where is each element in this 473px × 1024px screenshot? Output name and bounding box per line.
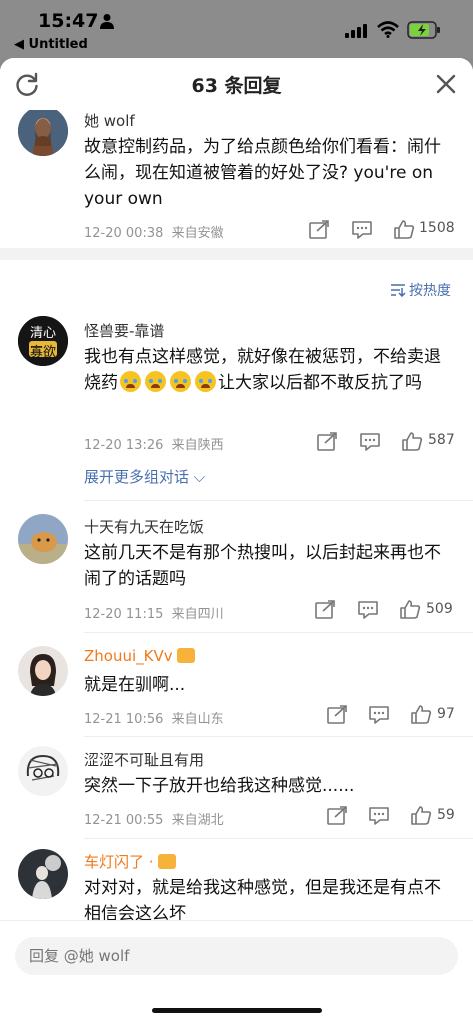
comment-icon[interactable] bbox=[368, 705, 390, 725]
comment-time: 12-21 00:55 bbox=[84, 813, 164, 828]
comment-author[interactable]: 车灯闪了 · bbox=[84, 851, 176, 872]
avatar[interactable] bbox=[18, 746, 68, 796]
divider bbox=[84, 632, 473, 633]
avatar-image bbox=[18, 646, 68, 696]
comment-time: 12-20 00:38 bbox=[84, 226, 164, 241]
like-icon[interactable] bbox=[410, 704, 432, 724]
comment-time: 12-20 11:15 bbox=[84, 607, 164, 622]
avatar-image bbox=[18, 106, 68, 156]
avatar[interactable] bbox=[18, 646, 68, 696]
like-icon[interactable] bbox=[393, 219, 415, 239]
crying-emoji-icon bbox=[145, 371, 166, 392]
avatar-text: 寡欲 bbox=[29, 345, 56, 360]
comment-author[interactable]: 涩涩不可耻且有用 bbox=[84, 749, 204, 770]
share-icon[interactable] bbox=[326, 705, 348, 725]
avatar[interactable] bbox=[18, 849, 68, 899]
like-icon[interactable] bbox=[399, 599, 421, 619]
sheet-header: 63 条回复 bbox=[0, 58, 473, 110]
vip-badge-icon bbox=[176, 648, 195, 663]
avatar-text: 清心 bbox=[29, 326, 56, 341]
divider bbox=[84, 500, 473, 501]
reply-sheet: 63 条回复 她 wolf 故意控制药品，为了给点颜色给你们看看：闹什么闹，现在… bbox=[0, 58, 473, 1024]
crying-emoji-icon bbox=[120, 371, 141, 392]
comment-text: 这前几天不是有那个热搜叫，以后封起来再也不闹了的话题吗 bbox=[84, 543, 441, 589]
status-time: 15:47 bbox=[38, 10, 99, 32]
like-count: 59 bbox=[437, 807, 455, 823]
sort-icon bbox=[391, 284, 406, 297]
like-count: 97 bbox=[437, 706, 455, 722]
status-bar: 15:47 ◀ Untitled bbox=[0, 0, 473, 58]
comment-icon[interactable] bbox=[368, 806, 390, 826]
like-icon[interactable] bbox=[410, 805, 432, 825]
reply-input[interactable] bbox=[15, 937, 458, 975]
comment-icon[interactable] bbox=[359, 432, 381, 452]
comment-location: 来自山东 bbox=[171, 712, 224, 727]
like-count: 509 bbox=[426, 601, 453, 617]
battery-icon bbox=[407, 21, 440, 39]
like-count: 1508 bbox=[419, 220, 455, 236]
comment-meta: 12-21 10:56 来自山东 bbox=[84, 708, 224, 727]
signal-icon bbox=[345, 24, 367, 38]
wifi-icon bbox=[377, 21, 399, 38]
share-icon[interactable] bbox=[316, 432, 338, 452]
share-icon[interactable] bbox=[314, 600, 336, 620]
share-icon[interactable] bbox=[308, 220, 330, 240]
comment-text-part: 让大家以后都不敢反抗了吗 bbox=[218, 373, 422, 393]
comment-location: 来自安徽 bbox=[171, 226, 224, 241]
parent-comment: 她 wolf 故意控制药品，为了给点颜色给你们看看：闹什么闹，现在知道被管着的好… bbox=[0, 106, 473, 248]
sheet-title: 63 条回复 bbox=[191, 75, 282, 97]
section-divider bbox=[0, 248, 473, 260]
comment-author[interactable]: 怪兽要-靠谱 bbox=[84, 320, 164, 341]
share-icon[interactable] bbox=[326, 806, 348, 826]
comment-meta: 12-20 13:26 来自陕西 bbox=[84, 434, 224, 453]
comment-location: 来自湖北 bbox=[171, 813, 224, 828]
comment-text: 故意控制药品，为了给点颜色给你们看看：闹什么闹，现在知道被管着的好处了没? yo… bbox=[84, 137, 441, 209]
comment-icon[interactable] bbox=[357, 600, 379, 620]
avatar[interactable] bbox=[18, 514, 68, 564]
avatar-image bbox=[18, 746, 68, 796]
comment-text: 我也有点这样感觉，就好像在被惩罚，不给卖退烧药 让大家以后都不敢反抗了吗 bbox=[84, 344, 456, 396]
home-indicator[interactable] bbox=[152, 1008, 322, 1013]
comment-author[interactable]: 她 wolf bbox=[84, 110, 135, 131]
avatar-image bbox=[18, 849, 68, 899]
close-icon[interactable] bbox=[435, 73, 457, 95]
comment-location: 来自四川 bbox=[171, 607, 224, 622]
avatar[interactable] bbox=[18, 106, 68, 156]
comment-time: 12-20 13:26 bbox=[84, 438, 164, 453]
vip-badge-icon bbox=[157, 854, 176, 869]
comment-author[interactable]: 十天有九天在吃饭 bbox=[84, 516, 204, 537]
comment-meta: 12-20 00:38 来自安徽 bbox=[84, 222, 224, 241]
comment-author-text: Zhouui_KVv bbox=[84, 647, 173, 665]
avatar-image bbox=[18, 514, 68, 564]
comment-author[interactable]: Zhouui_KVv bbox=[84, 647, 195, 665]
divider bbox=[84, 736, 473, 737]
sort-label: 按热度 bbox=[409, 283, 451, 299]
comment-icon[interactable] bbox=[351, 220, 373, 240]
sort-button[interactable]: 按热度 bbox=[390, 280, 451, 300]
back-to-app-link[interactable]: ◀ Untitled bbox=[14, 37, 88, 52]
crying-emoji-icon bbox=[170, 371, 191, 392]
reply-bar bbox=[0, 920, 473, 1024]
like-icon[interactable] bbox=[401, 431, 423, 451]
comment-meta: 12-20 11:15 来自四川 bbox=[84, 603, 224, 622]
expand-more-link[interactable]: 展开更多组对话 ⌵ bbox=[84, 466, 205, 487]
comment-location: 来自陕西 bbox=[171, 438, 224, 453]
comment-time: 12-21 10:56 bbox=[84, 712, 164, 727]
divider bbox=[84, 838, 473, 839]
avatar[interactable]: 清心 寡欲 bbox=[18, 316, 68, 366]
person-icon bbox=[100, 14, 114, 29]
crying-emoji-icon bbox=[195, 371, 216, 392]
comment-author-text: 车灯闪了 · bbox=[84, 853, 154, 871]
comment-meta: 12-21 00:55 来自湖北 bbox=[84, 809, 224, 828]
comment-text: 突然一下子放开也给我这种感觉...... bbox=[84, 776, 355, 796]
like-count: 587 bbox=[428, 432, 455, 448]
comment-text: 就是在驯啊... bbox=[84, 675, 186, 695]
